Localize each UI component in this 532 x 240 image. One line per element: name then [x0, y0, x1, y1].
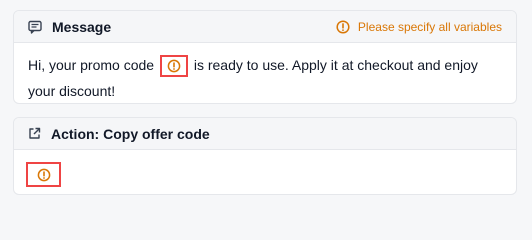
message-square-icon [28, 20, 42, 34]
action-title-group: Action: Copy offer code [28, 126, 502, 142]
action-title: Action: Copy offer code [51, 125, 210, 142]
message-card-header: Message Please specify all variables [14, 11, 516, 43]
warning-circle-icon [167, 59, 181, 73]
promo-code-variable-placeholder[interactable] [159, 55, 188, 78]
message-card: Message Please specify all variables Hi,… [13, 10, 517, 104]
message-text-before: Hi, your promo code [28, 57, 155, 73]
action-card: Action: Copy offer code [13, 117, 517, 195]
action-body [14, 150, 516, 194]
message-body: Hi, your promo code is ready to use. App… [14, 43, 516, 103]
action-card-header: Action: Copy offer code [14, 118, 516, 150]
message-title: Message [52, 18, 112, 35]
warning-circle-icon [37, 168, 51, 182]
message-title-group: Message [28, 19, 336, 35]
offer-code-variable-placeholder[interactable] [26, 162, 61, 187]
external-link-icon [28, 127, 41, 140]
variables-warning-text: Please specify all variables [357, 19, 502, 34]
warning-circle-icon [336, 19, 350, 34]
variables-warning: Please specify all variables [336, 20, 502, 34]
